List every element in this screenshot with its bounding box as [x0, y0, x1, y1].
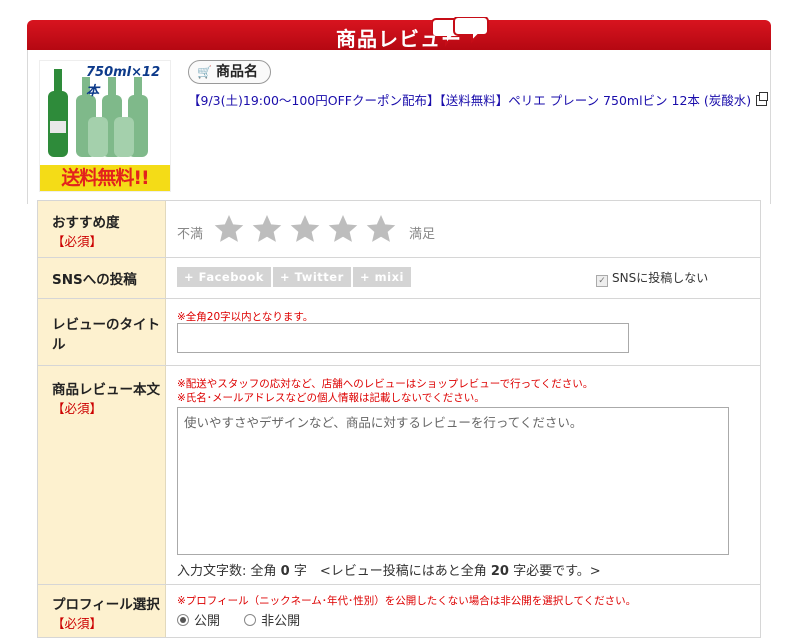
title-label: レビューのタイトル [38, 299, 166, 365]
checkbox-icon[interactable]: ✓ [596, 275, 608, 287]
cart-icon: 🛒 [197, 65, 212, 79]
rating-low-label: 不満 [177, 227, 204, 242]
facebook-button[interactable]: + Facebook [177, 267, 271, 287]
product-link-text[interactable]: 【9/3(土)19:00～100円OFFクーポン配布】【送料無料】ペリエ プレー… [188, 93, 751, 108]
required-badge: 【必須】 [52, 616, 103, 631]
rating-label: おすすめ度【必須】 [38, 201, 166, 257]
rating-high-label: 満足 [409, 227, 436, 242]
body-row: 商品レビュー本文 【必須】 ※配送やスタッフの応対など、店舗へのレビューはショッ… [38, 365, 760, 584]
product-image-caption: 750ml×12本 [86, 65, 161, 99]
product-name-badge: 🛒 商品名 [188, 60, 271, 84]
character-counter: 入力文字数: 全角 0 字 <レビュー投稿にはあと全角 20 字必要です。> [177, 564, 601, 579]
body-note-2: ※氏名･メールアドレスなどの個人情報は記載しないでください。 [177, 392, 485, 404]
review-body-textarea[interactable]: 使いやすさやデザインなど、商品に対するレビューを行ってください。 [177, 407, 729, 555]
radio-icon[interactable] [244, 614, 257, 626]
star-icon[interactable] [365, 213, 397, 245]
profile-row: プロフィール選択 【必須】 ※プロフィール（ニックネーム･年代･性別）を公開した… [38, 584, 760, 637]
mixi-button[interactable]: + mixi [353, 267, 411, 287]
product-image[interactable]: 750ml×12本 送料無料!! [39, 60, 171, 192]
radio-public[interactable]: 公開 [177, 614, 220, 629]
star-icon[interactable] [251, 213, 283, 245]
star-icon[interactable] [327, 213, 359, 245]
sns-row: SNSへの投稿 + Facebook + Twitter + mixi ✓ SNS… [38, 257, 760, 298]
title-row: レビューのタイトル ※全角20字以内となります。 [38, 298, 760, 365]
review-header: 商品レビュー [27, 17, 771, 51]
rating-stars: 不満 満足 [166, 201, 760, 257]
body-label: 商品レビュー本文 【必須】 [38, 366, 166, 584]
radio-private[interactable]: 非公開 [244, 614, 300, 629]
star-icon[interactable] [213, 213, 245, 245]
title-note: ※全角20字以内となります。 [177, 311, 314, 323]
body-note-1: ※配送やスタッフの応対など、店舗へのレビューはショップレビューで行ってください。 [177, 378, 594, 390]
required-badge: 【必須】 [52, 401, 103, 416]
twitter-button[interactable]: + Twitter [273, 267, 351, 287]
required-badge: 【必須】 [52, 234, 103, 249]
rating-row: おすすめ度【必須】 不満 満足 [38, 201, 760, 257]
sns-label: SNSへの投稿 [38, 258, 166, 298]
profile-note: ※プロフィール（ニックネーム･年代･性別）を公開したくない場合は非公開を選択して… [177, 595, 637, 607]
review-form: おすすめ度【必須】 不満 満足 SNSへの投稿 + Facebook + Twi… [37, 200, 761, 638]
review-title-input[interactable] [177, 323, 629, 353]
radio-icon[interactable] [177, 614, 189, 626]
product-link[interactable]: 【9/3(土)19:00～100円OFFクーポン配布】【送料無料】ペリエ プレー… [188, 90, 769, 109]
sns-opt-out-checkbox[interactable]: ✓ SNSに投稿しない [596, 269, 708, 287]
profile-radio-group: 公開 非公開 [177, 610, 300, 629]
external-window-icon[interactable] [756, 92, 769, 106]
star-icon[interactable] [289, 213, 321, 245]
page-title: 商品レビュー [336, 27, 462, 51]
free-shipping-banner: 送料無料!! [40, 165, 170, 191]
product-name-label: 商品名 [215, 64, 258, 80]
profile-label: プロフィール選択 【必須】 [38, 585, 166, 637]
product-section: 750ml×12本 送料無料!! 🛒 商品名 【9/3(土)19:00～100円O… [27, 50, 771, 204]
